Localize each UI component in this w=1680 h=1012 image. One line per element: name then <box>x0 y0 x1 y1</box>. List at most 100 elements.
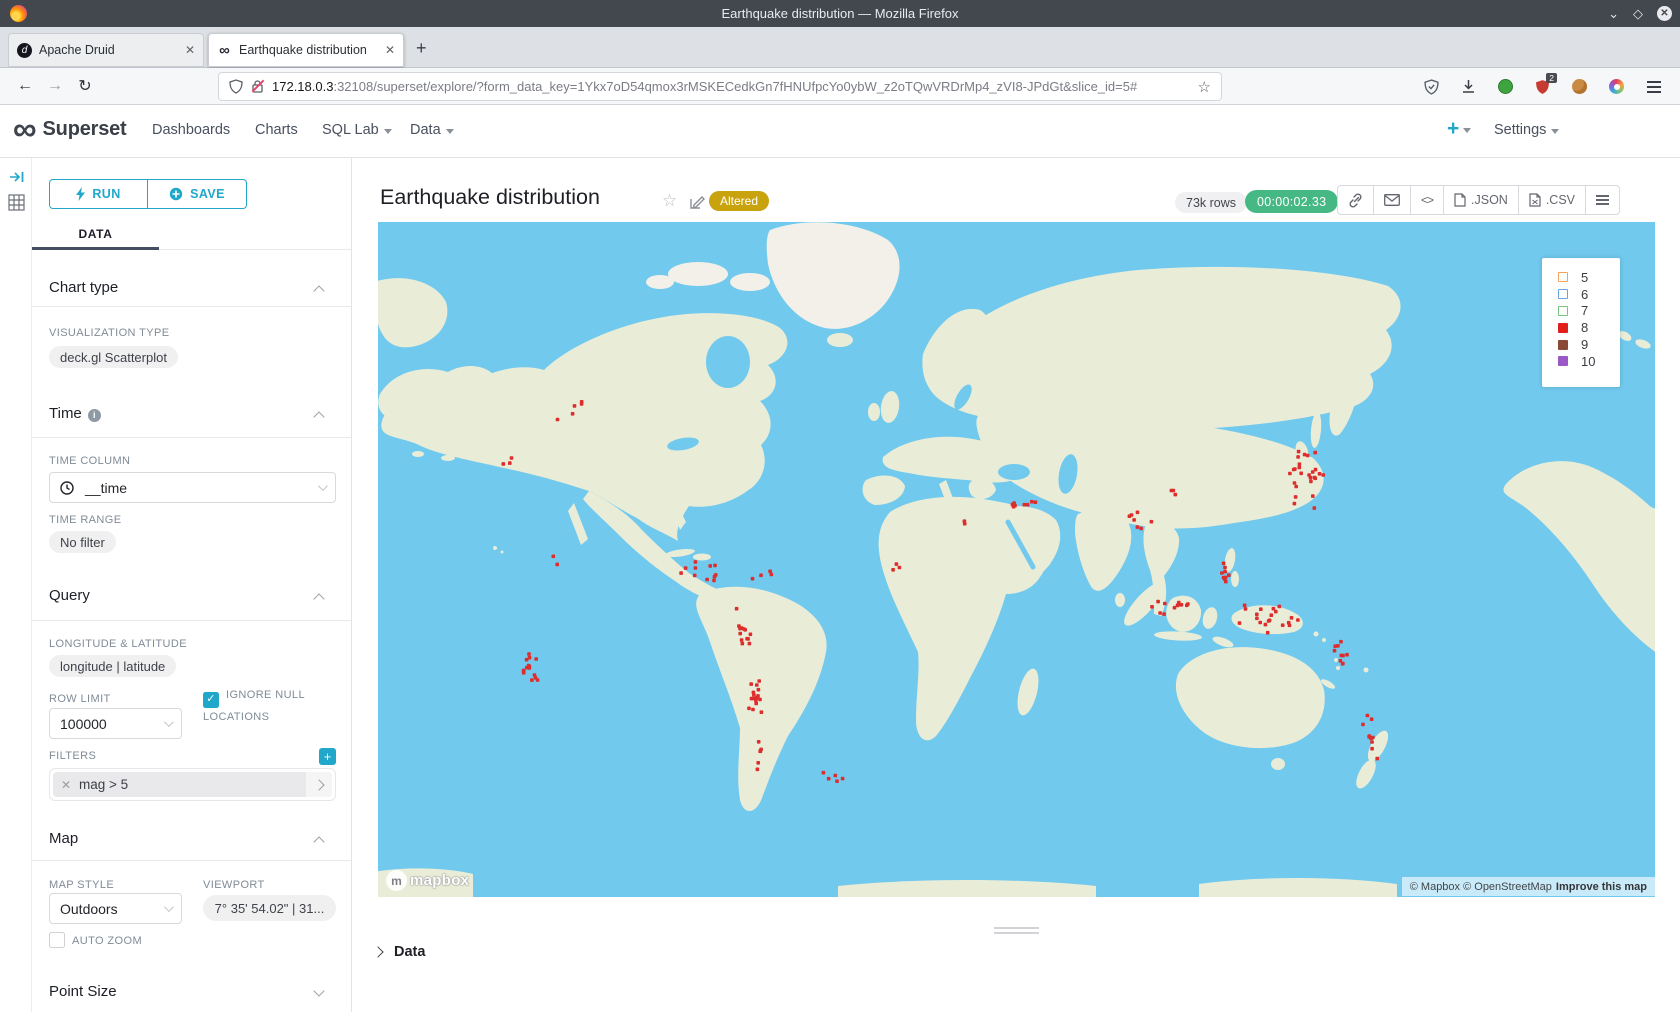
window-titlebar[interactable]: Earthquake distribution — Mozilla Firefo… <box>0 0 1680 27</box>
tab-apache-druid[interactable]: d Apache Druid ✕ <box>8 33 204 67</box>
forward-button[interactable]: → <box>40 77 70 95</box>
tab-earthquake-distribution[interactable]: ∞ Earthquake distribution ✕ <box>208 33 404 67</box>
legend-row[interactable]: 5 <box>1542 269 1620 286</box>
time-column-select[interactable]: __time <box>49 472 336 503</box>
tab-data[interactable]: DATA <box>32 218 159 250</box>
expand-panel-icon[interactable] <box>9 170 25 184</box>
chevron-down-icon <box>1551 129 1559 134</box>
legend-row[interactable]: 10 <box>1542 353 1620 370</box>
ublock-shield-icon[interactable]: 2 <box>1534 78 1551 95</box>
auto-zoom-checkbox[interactable] <box>49 932 65 948</box>
nav-settings[interactable]: Settings <box>1494 122 1559 138</box>
pane-resize-handle[interactable] <box>994 927 1039 937</box>
favorite-star-icon[interactable]: ☆ <box>662 191 677 211</box>
window-close-button[interactable]: ✕ <box>1657 6 1672 21</box>
time-range-pill[interactable]: No filter <box>49 531 116 553</box>
section-point-size[interactable]: Point Size <box>49 983 117 1000</box>
ice-landmasses <box>646 222 900 329</box>
viz-type-pill[interactable]: deck.gl Scatterplot <box>49 346 178 368</box>
window-maximize-button[interactable]: ◇ <box>1633 7 1643 20</box>
map-style-select[interactable]: Outdoors <box>49 893 182 924</box>
window-minimize-button[interactable]: ⌄ <box>1608 7 1619 20</box>
add-filter-button[interactable]: + <box>319 748 336 765</box>
legend-row[interactable]: 9 <box>1542 336 1620 353</box>
section-query[interactable]: Query <box>49 587 90 604</box>
legend-swatch-icon <box>1558 323 1568 333</box>
superset-navbar: ∞ Superset Dashboards Charts SQL Lab Dat… <box>0 105 1680 158</box>
file-icon <box>1454 193 1466 207</box>
tab-close-icon[interactable]: ✕ <box>185 43 195 57</box>
menu-hamburger-icon[interactable] <box>1645 78 1662 95</box>
embed-code-button[interactable]: <> <box>1410 185 1444 215</box>
ignore-null-checkbox[interactable]: ✓ <box>203 692 219 708</box>
run-button[interactable]: RUN <box>49 179 148 209</box>
tracking-protection-shield-icon[interactable] <box>229 79 243 94</box>
mapbox-logo[interactable]: m mapbox <box>386 870 469 891</box>
edit-properties-icon[interactable] <box>689 194 705 215</box>
row-count-badge: 73k rows <box>1175 192 1247 213</box>
collapse-chevron-icon[interactable] <box>313 285 324 296</box>
insecure-lock-icon[interactable] <box>251 79 264 94</box>
nav-charts[interactable]: Charts <box>255 122 298 138</box>
legend-row[interactable]: 7 <box>1542 303 1620 320</box>
chart-menu-button[interactable] <box>1585 185 1620 215</box>
reload-button[interactable]: ↻ <box>70 76 100 96</box>
url-text[interactable]: 172.18.0.3:32108/superset/explore/?form_… <box>272 79 1190 94</box>
cookie-extension-icon[interactable] <box>1571 78 1588 95</box>
envelope-icon <box>1384 194 1400 206</box>
legend-label: 6 <box>1581 287 1588 302</box>
lonlat-pill[interactable]: longitude | latitude <box>49 655 176 677</box>
world-basemap <box>378 222 1655 897</box>
remove-filter-icon[interactable]: ✕ <box>53 778 79 792</box>
export-json-button[interactable]: .JSON <box>1443 185 1519 215</box>
nav-data[interactable]: Data <box>410 122 454 138</box>
collapse-chevron-icon[interactable] <box>313 836 324 847</box>
legend-row[interactable]: 6 <box>1542 286 1620 303</box>
chevron-down-icon <box>384 129 392 134</box>
altered-badge[interactable]: Altered <box>709 191 769 211</box>
auto-zoom-control: AUTO ZOOM <box>49 932 142 948</box>
legend-label: 9 <box>1581 337 1588 352</box>
map-style-label: MAP STYLE <box>49 879 114 891</box>
data-panel-toggle[interactable]: Data <box>374 944 425 960</box>
browser-tabstrip: d Apache Druid ✕ ∞ Earthquake distributi… <box>0 27 1680 68</box>
expand-chevron-icon[interactable] <box>313 985 324 996</box>
section-map[interactable]: Map <box>49 830 78 847</box>
collapse-chevron-icon[interactable] <box>313 593 324 604</box>
bookmark-star-icon[interactable]: ☆ <box>1198 78 1211 96</box>
downloads-icon[interactable] <box>1460 78 1477 95</box>
nav-dashboards[interactable]: Dashboards <box>152 122 230 138</box>
open-filter-icon[interactable] <box>306 772 332 797</box>
save-button[interactable]: SAVE <box>148 179 247 209</box>
file-icon <box>1529 193 1541 207</box>
improve-map-link[interactable]: Improve this map <box>1556 881 1647 893</box>
new-tab-button[interactable]: + <box>416 38 427 59</box>
legend-swatch-icon <box>1558 289 1568 299</box>
filter-item[interactable]: ✕ mag > 5 <box>49 768 336 801</box>
pocket-shield-check-icon[interactable] <box>1423 78 1440 95</box>
share-link-button[interactable] <box>1337 185 1374 215</box>
nav-sql-lab[interactable]: SQL Lab <box>322 122 392 138</box>
map-legend[interactable]: 5678910 <box>1542 258 1620 387</box>
viewport-pill[interactable]: 7° 35' 54.02" | 31... <box>203 895 336 921</box>
container-asterisk-icon[interactable] <box>1608 78 1625 95</box>
extension-green-icon[interactable] <box>1497 78 1514 95</box>
new-chart-plus-button[interactable]: + <box>1447 119 1471 139</box>
druid-favicon-icon: d <box>17 43 32 58</box>
legend-row[interactable]: 8 <box>1542 319 1620 336</box>
url-bar[interactable]: 172.18.0.3:32108/superset/explore/?form_… <box>218 72 1222 101</box>
ublock-badge: 2 <box>1546 73 1557 83</box>
email-button[interactable] <box>1373 185 1411 215</box>
collapse-chevron-icon[interactable] <box>313 411 324 422</box>
export-csv-button[interactable]: .CSV <box>1518 185 1586 215</box>
time-column-label: TIME COLUMN <box>49 455 130 467</box>
deckgl-scatterplot-map[interactable]: 5678910 m mapbox © Mapbox © OpenStreetMa… <box>378 222 1655 897</box>
section-chart-type[interactable]: Chart type <box>49 279 118 296</box>
tab-close-icon[interactable]: ✕ <box>385 43 395 57</box>
row-limit-select[interactable]: 100000 <box>49 708 182 739</box>
back-button[interactable]: ← <box>10 77 40 95</box>
dataset-grid-icon[interactable] <box>8 194 25 211</box>
section-time[interactable]: Timei <box>49 405 101 422</box>
time-range-label: TIME RANGE <box>49 514 121 526</box>
superset-logo[interactable]: ∞ Superset <box>13 114 127 144</box>
